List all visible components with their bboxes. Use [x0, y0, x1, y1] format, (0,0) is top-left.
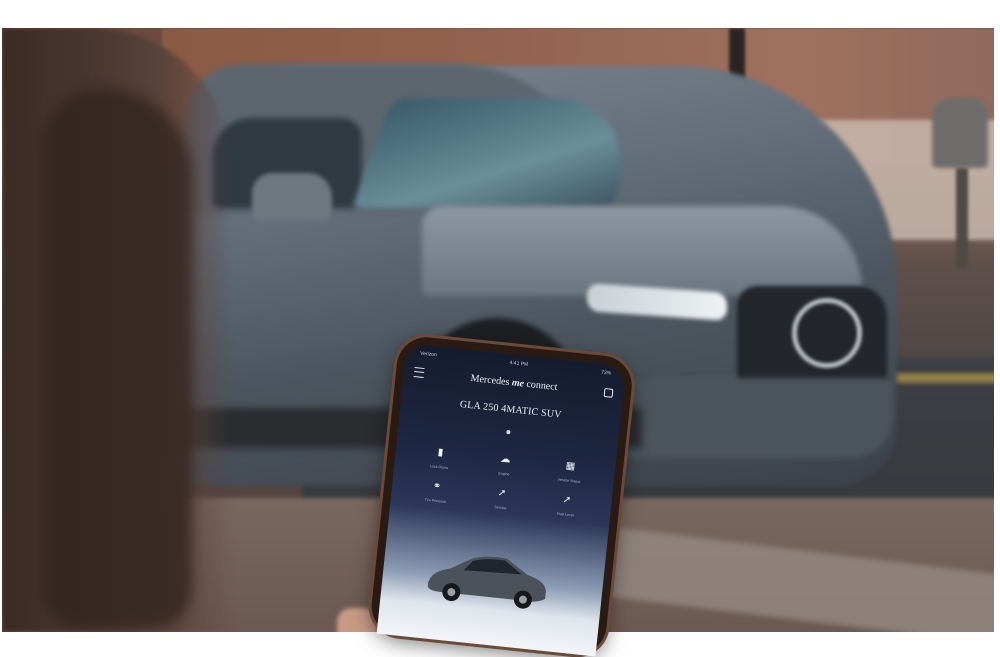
person-thumb [337, 608, 377, 632]
feature-service[interactable]: ➚ Service [468, 484, 535, 513]
brand-suffix: connect [525, 378, 559, 393]
road-line [882, 373, 994, 383]
feature-label: Tire Pressure [424, 497, 447, 505]
smartphone: Verizon 4:41 PM 73% Mercedes me connect … [368, 334, 635, 657]
app-brand: Mercedes me connect [470, 372, 558, 392]
feature-lock-doors[interactable]: ▮ Lock Doors [406, 444, 473, 473]
feature-label: Service [494, 505, 507, 511]
brand-me: me [511, 376, 525, 390]
suv-hood [422, 206, 862, 296]
clock-text: 4:41 PM [509, 359, 529, 368]
phone-screen: Verizon 4:41 PM 73% Mercedes me connect … [376, 343, 626, 657]
service-icon: ➚ [497, 487, 507, 500]
feature-grid: ▮ Lock Doors ☁ Engine ▦ Vehicle Status ⚭… [403, 444, 604, 520]
lock-icon: ▮ [437, 446, 444, 459]
battery-text: 73% [600, 369, 612, 377]
feature-vehicle-status[interactable]: ▦ Vehicle Status [536, 457, 603, 486]
feature-fuel-level[interactable]: ➚ Fuel Level [533, 491, 600, 520]
garage-icon[interactable] [603, 387, 614, 398]
feature-engine[interactable]: ☁ Engine [471, 451, 538, 480]
mercedes-star-emblem [792, 298, 862, 368]
person-hair-shadow [42, 88, 192, 628]
feature-label: Engine [498, 471, 510, 477]
page-indicator-dot [506, 429, 511, 435]
suv-bumper [602, 378, 892, 458]
menu-icon[interactable] [413, 367, 425, 379]
feature-tire-pressure[interactable]: ⚭ Tire Pressure [403, 478, 470, 507]
parking-meter-post [956, 168, 968, 268]
vehicle-render-image [427, 556, 546, 609]
tire-pressure-icon: ⚭ [432, 480, 442, 493]
feature-label: Fuel Level [556, 511, 574, 518]
parking-meter [932, 98, 988, 168]
carrier-text: Verizon [419, 350, 438, 359]
feature-label: Lock Doors [429, 464, 449, 471]
fuel-icon: ➚ [562, 494, 572, 507]
vehicle-status-icon: ▦ [565, 460, 576, 473]
brand-prefix: Mercedes [470, 372, 510, 388]
suv-mirror [252, 173, 332, 221]
engine-icon: ☁ [499, 453, 512, 466]
feature-label: Vehicle Status [557, 477, 581, 484]
